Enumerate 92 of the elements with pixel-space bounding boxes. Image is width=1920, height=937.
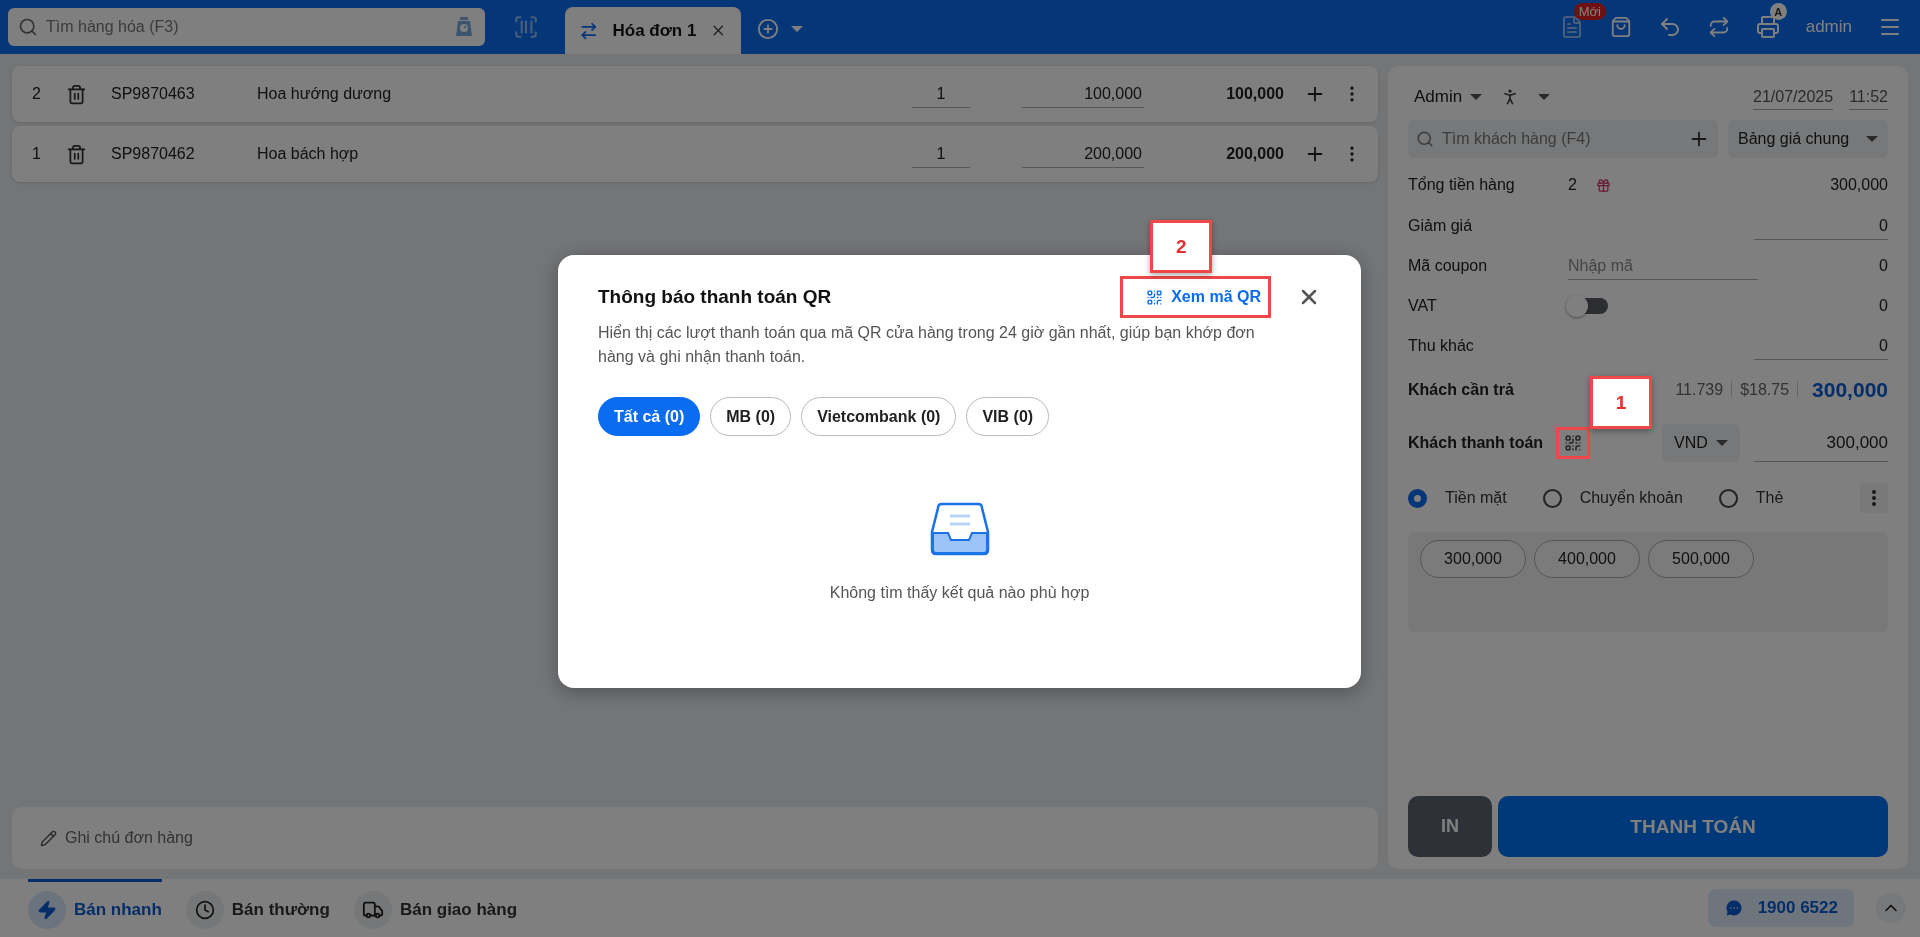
clock-icon — [194, 899, 215, 920]
summary-value: 0 — [1879, 257, 1888, 275]
line-total: 200,000 — [1225, 145, 1284, 163]
highlight-frame — [1556, 427, 1590, 459]
trash-icon[interactable] — [66, 143, 87, 165]
collapse-button[interactable] — [1876, 893, 1906, 923]
more-button[interactable] — [1860, 483, 1888, 513]
quantity-field[interactable]: 1 — [912, 140, 970, 168]
sales-mode-tab[interactable]: Bán giao hàng — [353, 879, 518, 937]
empty-tray-icon — [929, 502, 990, 556]
callout-number: 2 — [1150, 220, 1213, 273]
radio-icon[interactable] — [1718, 488, 1738, 508]
dialog-description: Hiển thị các lượt thanh toán qua mã QR cửa hàng trong 24 giờ gần nhất, giúp bạn khớp đơn hàng và ghi nhận thanh toán. — [598, 323, 1256, 367]
amount-due: 300,000 — [1812, 378, 1888, 402]
line-total: 100,000 — [1225, 85, 1284, 103]
payment-method-radio[interactable]: Chuyển khoản — [1542, 488, 1683, 508]
summary-label: Khách cần trả — [1408, 381, 1515, 399]
coupon-field[interactable]: Nhập mã — [1568, 252, 1758, 280]
product-code: SP9870463 — [111, 85, 196, 103]
product-name: Hoa hướng dương — [257, 85, 393, 103]
bank-filter-chip[interactable]: Vietcombank (0) — [801, 397, 957, 436]
radio-icon[interactable] — [1408, 488, 1427, 508]
summary-label: Thu khác — [1408, 337, 1475, 355]
print-button[interactable]: IN — [1408, 796, 1492, 857]
new-badge: Mới — [1573, 3, 1606, 20]
order-note-field[interactable]: Ghi chú đơn hàng — [12, 807, 1378, 869]
sales-mode-tab[interactable]: Bán nhanh — [28, 879, 162, 937]
summary-label: VAT — [1408, 297, 1438, 315]
empty-message: Không tìm thấy kết quả nào phù hợp — [829, 584, 1090, 602]
summary-label: Giảm giá — [1408, 217, 1474, 235]
bag-icon[interactable] — [1609, 16, 1632, 38]
bank-filter-chip[interactable]: MB (0) — [710, 397, 792, 436]
swap-icon — [579, 20, 599, 41]
summary-value: 0 — [1879, 297, 1888, 315]
view-qr-link[interactable]: Xem mã QR — [1146, 288, 1261, 306]
payment-method-radio[interactable]: Tiền mặt — [1408, 488, 1507, 508]
currency-rate: 11.739 — [1675, 381, 1724, 399]
summary-label: Tổng tiền hàng — [1408, 176, 1516, 194]
hotline-button[interactable]: 1900 6522 — [1707, 889, 1854, 927]
more-icon — [1872, 490, 1876, 506]
line-number: 2 — [32, 85, 42, 103]
time-field[interactable]: 11:52 — [1849, 84, 1888, 110]
qr-code-icon[interactable] — [1564, 434, 1582, 452]
add-tab-icon[interactable] — [757, 18, 779, 40]
payment-method-radio[interactable]: Thẻ — [1718, 488, 1784, 508]
sales-mode-tab[interactable]: Bán thường — [185, 879, 330, 937]
scale-icon[interactable] — [453, 16, 475, 38]
repeat-icon[interactable] — [1707, 16, 1730, 38]
amount-field[interactable]: 0 — [1754, 212, 1888, 240]
caret-icon[interactable] — [1538, 94, 1551, 100]
printer-icon[interactable] — [1755, 15, 1780, 39]
customer-search-field[interactable]: Tìm khách hàng (F4) — [1408, 120, 1718, 158]
paid-amount-field[interactable]: 300,000 — [1754, 424, 1888, 462]
quick-amount-button[interactable]: 500,000 — [1648, 540, 1754, 578]
bank-filter-chip[interactable]: VIB (0) — [966, 397, 1050, 436]
price-field[interactable]: 100,000 — [1022, 80, 1144, 108]
staff-dropdown[interactable]: Admin — [1408, 87, 1487, 107]
quick-amount-button[interactable]: 400,000 — [1534, 540, 1640, 578]
product-code: SP9870462 — [111, 145, 196, 163]
currency-rate: $18.75 — [1740, 381, 1790, 399]
pay-button[interactable]: THANH TOÁN — [1498, 796, 1888, 857]
item-count: 2 — [1568, 176, 1578, 194]
lightning-icon — [37, 899, 57, 920]
summary-label: Khách thanh toán — [1408, 434, 1545, 452]
trash-icon[interactable] — [66, 83, 87, 105]
amount-field[interactable]: 0 — [1754, 332, 1888, 360]
summary-value: 300,000 — [1830, 176, 1888, 194]
dialog-title: Thông báo thanh toán QR — [598, 286, 832, 308]
quick-amount-button[interactable]: 300,000 — [1420, 540, 1526, 578]
quantity-field[interactable]: 1 — [912, 80, 970, 108]
qr-code-icon — [1146, 288, 1164, 306]
tab-label: Hóa đơn 1 — [612, 20, 697, 41]
invoice-tab[interactable]: Hóa đơn 1 — [565, 7, 741, 54]
gift-icon[interactable] — [1596, 177, 1611, 193]
date-field[interactable]: 21/07/2025 — [1753, 84, 1834, 110]
price-field[interactable]: 200,000 — [1022, 140, 1144, 168]
product-search-field[interactable]: Tìm hàng hóa (F3) — [8, 8, 485, 46]
vat-toggle[interactable] — [1568, 298, 1608, 314]
chat-icon — [1723, 898, 1744, 918]
product-name: Hoa bách hợp — [257, 145, 360, 163]
bank-filter-chip[interactable]: Tất cả (0) — [598, 397, 701, 436]
search-icon — [1416, 130, 1434, 148]
pencil-icon — [40, 829, 57, 847]
radio-icon[interactable] — [1542, 488, 1562, 508]
search-icon — [18, 17, 38, 37]
currency-dropdown[interactable]: VND — [1662, 424, 1740, 462]
user-name[interactable]: admin — [1805, 17, 1852, 37]
price-list-dropdown[interactable]: Bảng giá chung — [1728, 120, 1888, 158]
callout-number: 1 — [1590, 376, 1652, 429]
summary-label: Mã coupon — [1408, 257, 1489, 275]
line-number: 1 — [32, 145, 42, 163]
printer-badge: A — [1769, 3, 1787, 20]
